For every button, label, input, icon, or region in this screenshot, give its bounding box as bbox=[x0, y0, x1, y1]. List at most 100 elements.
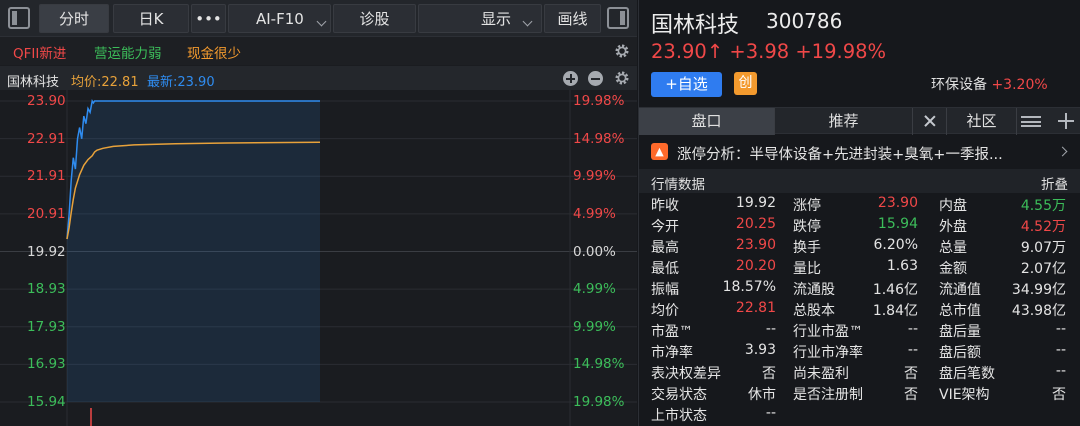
add-watchlist-button[interactable]: +自选 bbox=[651, 72, 722, 97]
quote-label: 涨停 bbox=[793, 198, 821, 214]
latest-price-label: 最新:23.90 bbox=[147, 75, 215, 90]
price-tick-label: 22.91 bbox=[27, 130, 66, 147]
tag-qfii[interactable]: QFII新进 bbox=[13, 42, 66, 62]
quote-value: 19.92 bbox=[735, 195, 776, 211]
tab-intraday[interactable]: 分时 bbox=[39, 4, 109, 33]
quote-label: 金额 bbox=[939, 261, 967, 277]
price-area bbox=[67, 101, 320, 402]
price-tick-label: 19.92 bbox=[27, 243, 66, 260]
draw-line-button[interactable]: 画线 bbox=[544, 4, 601, 33]
intraday-chart[interactable]: 23.90 22.91 21.91 20.91 19.92 18.93 17.93 16.93… bbox=[0, 90, 637, 426]
quote-label: 盘后笔数 bbox=[939, 366, 995, 382]
quote-value: 20.25 bbox=[735, 216, 776, 232]
tab-community[interactable]: 社区 bbox=[947, 108, 1017, 135]
quote-value: 休市 bbox=[748, 387, 776, 403]
quote-label: 行业市盈™ bbox=[793, 324, 863, 340]
quote-value: -- bbox=[765, 405, 776, 421]
sidebar-toggle-icon[interactable] bbox=[8, 7, 30, 29]
quote-label: 最低 bbox=[651, 261, 679, 277]
quote-label: 振幅 bbox=[651, 282, 679, 298]
settings-gear-icon[interactable] bbox=[614, 43, 630, 59]
chart-toolbar: 分时 日K ••• AI-F10 诊股 显示 画线 bbox=[0, 0, 637, 37]
intraday-panel: 分时 日K ••• AI-F10 诊股 显示 画线 QFII新进 营运能力弱 现… bbox=[0, 0, 637, 426]
quote-label: 尚未盈利 bbox=[793, 366, 849, 382]
section-header: 行情数据 折叠 bbox=[639, 169, 1080, 193]
sector-name: 环保设备 bbox=[931, 77, 987, 93]
quote-value: 否 bbox=[904, 387, 918, 403]
quote-label: 均价 bbox=[651, 303, 679, 319]
chinext-badge: 创 bbox=[734, 72, 757, 95]
quote-label: 流通值 bbox=[939, 282, 981, 298]
zoom-out-icon[interactable] bbox=[588, 71, 603, 86]
close-tab-button[interactable] bbox=[913, 108, 947, 135]
quote-label: 市盈™ bbox=[651, 324, 693, 340]
display-label: 显示 bbox=[481, 10, 512, 28]
quote-label: 盘后量 bbox=[939, 324, 981, 340]
percent-tick-label: 4.99% bbox=[573, 205, 616, 222]
zoom-in-icon[interactable] bbox=[563, 71, 578, 86]
avg-price-label: 均价:22.81 bbox=[71, 75, 139, 90]
menu-icon[interactable] bbox=[1021, 116, 1041, 127]
quote-label: 最高 bbox=[651, 240, 679, 256]
percent-tick-label: 4.99% bbox=[573, 281, 616, 298]
price-up-arrow-icon: ↑ bbox=[706, 40, 724, 63]
stock-name: 国林科技 bbox=[651, 13, 740, 38]
stock-code: 300786 bbox=[766, 9, 843, 33]
quote-label: 量比 bbox=[793, 261, 821, 277]
panel-toggle-icon[interactable] bbox=[607, 7, 629, 29]
price-tick-label: 16.93 bbox=[27, 356, 66, 373]
chart-canvas bbox=[0, 90, 637, 426]
quote-label: 表决权差异 bbox=[651, 366, 721, 382]
limit-up-analysis[interactable]: ▲ 涨停分析：半导体设备+先进封装+臭氧+一季报... bbox=[639, 138, 1080, 166]
quote-value: 18.57% bbox=[722, 279, 776, 295]
display-dropdown[interactable]: 显示 bbox=[418, 4, 542, 33]
tab-pankou[interactable]: 盘口 bbox=[639, 108, 775, 135]
close-icon bbox=[924, 115, 936, 127]
quote-value: 15.94 bbox=[877, 216, 918, 232]
more-button[interactable]: ••• bbox=[191, 4, 226, 33]
chart-settings-gear-icon[interactable] bbox=[614, 70, 630, 86]
tab-recommend[interactable]: 推荐 bbox=[775, 108, 913, 135]
quote-value: 22.81 bbox=[735, 300, 776, 316]
quote-label: 总市值 bbox=[939, 303, 981, 319]
quote-value: 否 bbox=[762, 366, 776, 382]
quote-value: 否 bbox=[904, 366, 918, 382]
quote-value: 20.20 bbox=[735, 258, 776, 274]
ai-f10-label: AI-F10 bbox=[256, 10, 304, 28]
quote-panel: 国林科技 300786 23.90↑ +3.98 +19.98% +自选 创 环… bbox=[638, 0, 1080, 426]
quote-label: 总股本 bbox=[793, 303, 835, 319]
quote-label: 流通股 bbox=[793, 282, 835, 298]
quote-value: 否 bbox=[1052, 387, 1066, 403]
collapse-button[interactable]: 折叠 bbox=[1041, 173, 1068, 193]
percent-tick-label: 14.98% bbox=[573, 130, 625, 147]
percent-tick-label: 9.99% bbox=[573, 168, 616, 185]
quote-label: 昨收 bbox=[651, 198, 679, 214]
quote-value: -- bbox=[1055, 321, 1066, 337]
tab-daily-k[interactable]: 日K bbox=[113, 4, 189, 33]
chart-info-bar: 国林科技 均价:22.81 最新:23.90 bbox=[0, 66, 637, 90]
quote-label: 市净率 bbox=[651, 345, 693, 361]
price-line: 23.90↑ +3.98 +19.98% bbox=[651, 40, 886, 63]
ai-f10-dropdown[interactable]: AI-F10 bbox=[228, 4, 331, 33]
quote-value: 1.84亿 bbox=[872, 303, 918, 319]
price-tick-label: 17.93 bbox=[27, 318, 66, 335]
quote-value: 34.99亿 bbox=[1011, 282, 1066, 298]
quote-value: -- bbox=[765, 321, 776, 337]
quote-value: 9.07万 bbox=[1020, 240, 1066, 256]
add-tab-icon[interactable] bbox=[1058, 113, 1074, 129]
diagnose-button[interactable]: 诊股 bbox=[333, 4, 416, 33]
section-title: 行情数据 bbox=[651, 177, 705, 193]
chevron-down-icon bbox=[522, 16, 533, 27]
quote-value: 6.20% bbox=[873, 237, 918, 253]
quote-label: 今开 bbox=[651, 219, 679, 235]
tag-cash[interactable]: 现金很少 bbox=[187, 42, 241, 62]
chevron-down-icon bbox=[316, 16, 327, 27]
tag-operation[interactable]: 营运能力弱 bbox=[94, 42, 162, 62]
price-tick-label: 15.94 bbox=[27, 394, 66, 410]
sector-link[interactable]: 环保设备 +3.20% bbox=[931, 74, 1048, 94]
quote-value: 43.98亿 bbox=[1011, 303, 1066, 319]
percent-tick-label: 0.00% bbox=[573, 243, 616, 260]
quote-value: 2.07亿 bbox=[1020, 261, 1066, 277]
percent-tick-label: 9.99% bbox=[573, 318, 616, 335]
tag-bar: QFII新进 营运能力弱 现金很少 bbox=[0, 37, 637, 65]
